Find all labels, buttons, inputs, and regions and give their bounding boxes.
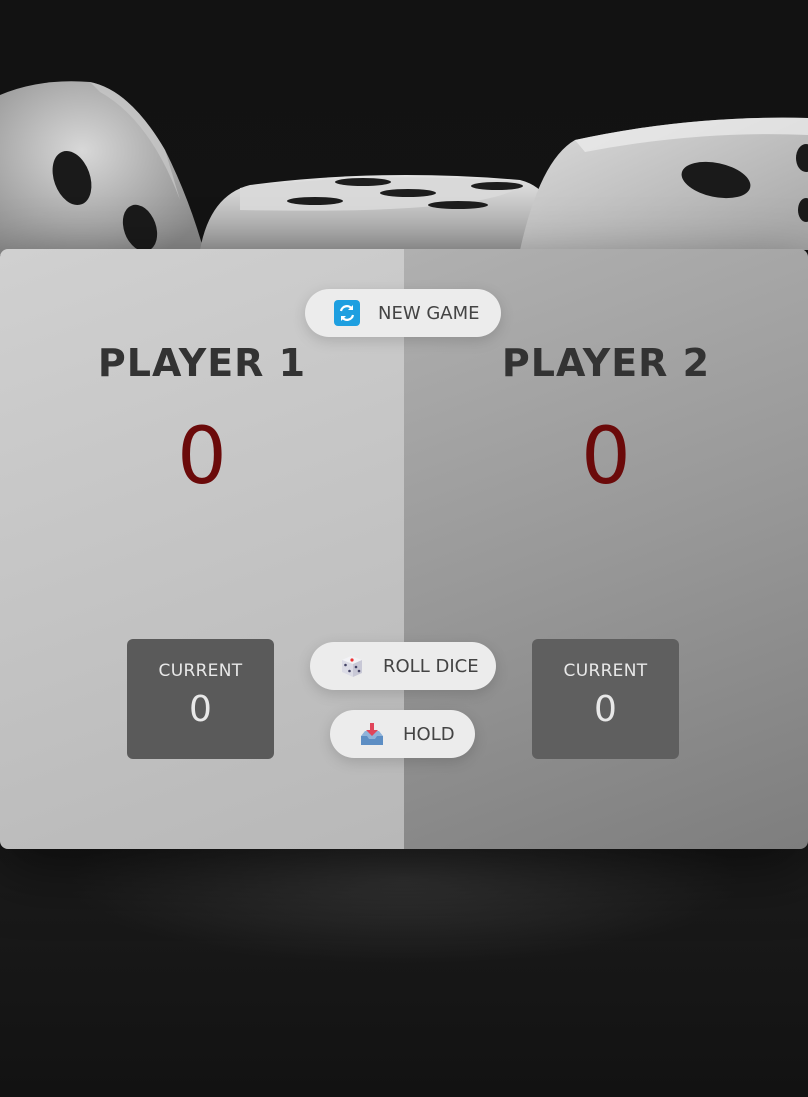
player-2-current-box: CURRENT 0 [532, 639, 679, 759]
dice-background-image [0, 81, 808, 255]
inbox-tray-icon [359, 721, 385, 747]
roll-dice-label: ROLL DICE [383, 655, 479, 677]
player-1-current-box: CURRENT 0 [127, 639, 274, 759]
game-board: PLAYER 1 0 CURRENT 0 PLAYER 2 0 CURRENT … [0, 249, 808, 849]
new-game-button[interactable]: NEW GAME [305, 289, 501, 337]
player-1-score: 0 [177, 412, 227, 502]
player-2-current-label: CURRENT [563, 661, 648, 681]
player-2-current-score: 0 [594, 689, 617, 730]
hold-label: HOLD [403, 723, 455, 745]
player-2-score: 0 [581, 412, 631, 502]
player-2-name: PLAYER 2 [501, 341, 711, 385]
player-1-current-score: 0 [189, 689, 212, 730]
dice-icon [339, 653, 365, 679]
player-2-panel: PLAYER 2 0 CURRENT 0 [404, 249, 808, 849]
roll-dice-button[interactable]: ROLL DICE [310, 642, 496, 690]
player-1-current-label: CURRENT [158, 661, 243, 681]
player-1-name: PLAYER 1 [97, 341, 307, 385]
new-game-label: NEW GAME [378, 302, 480, 324]
refresh-icon [334, 300, 360, 326]
hold-button[interactable]: HOLD [330, 710, 475, 758]
player-1-panel: PLAYER 1 0 CURRENT 0 [0, 249, 404, 849]
